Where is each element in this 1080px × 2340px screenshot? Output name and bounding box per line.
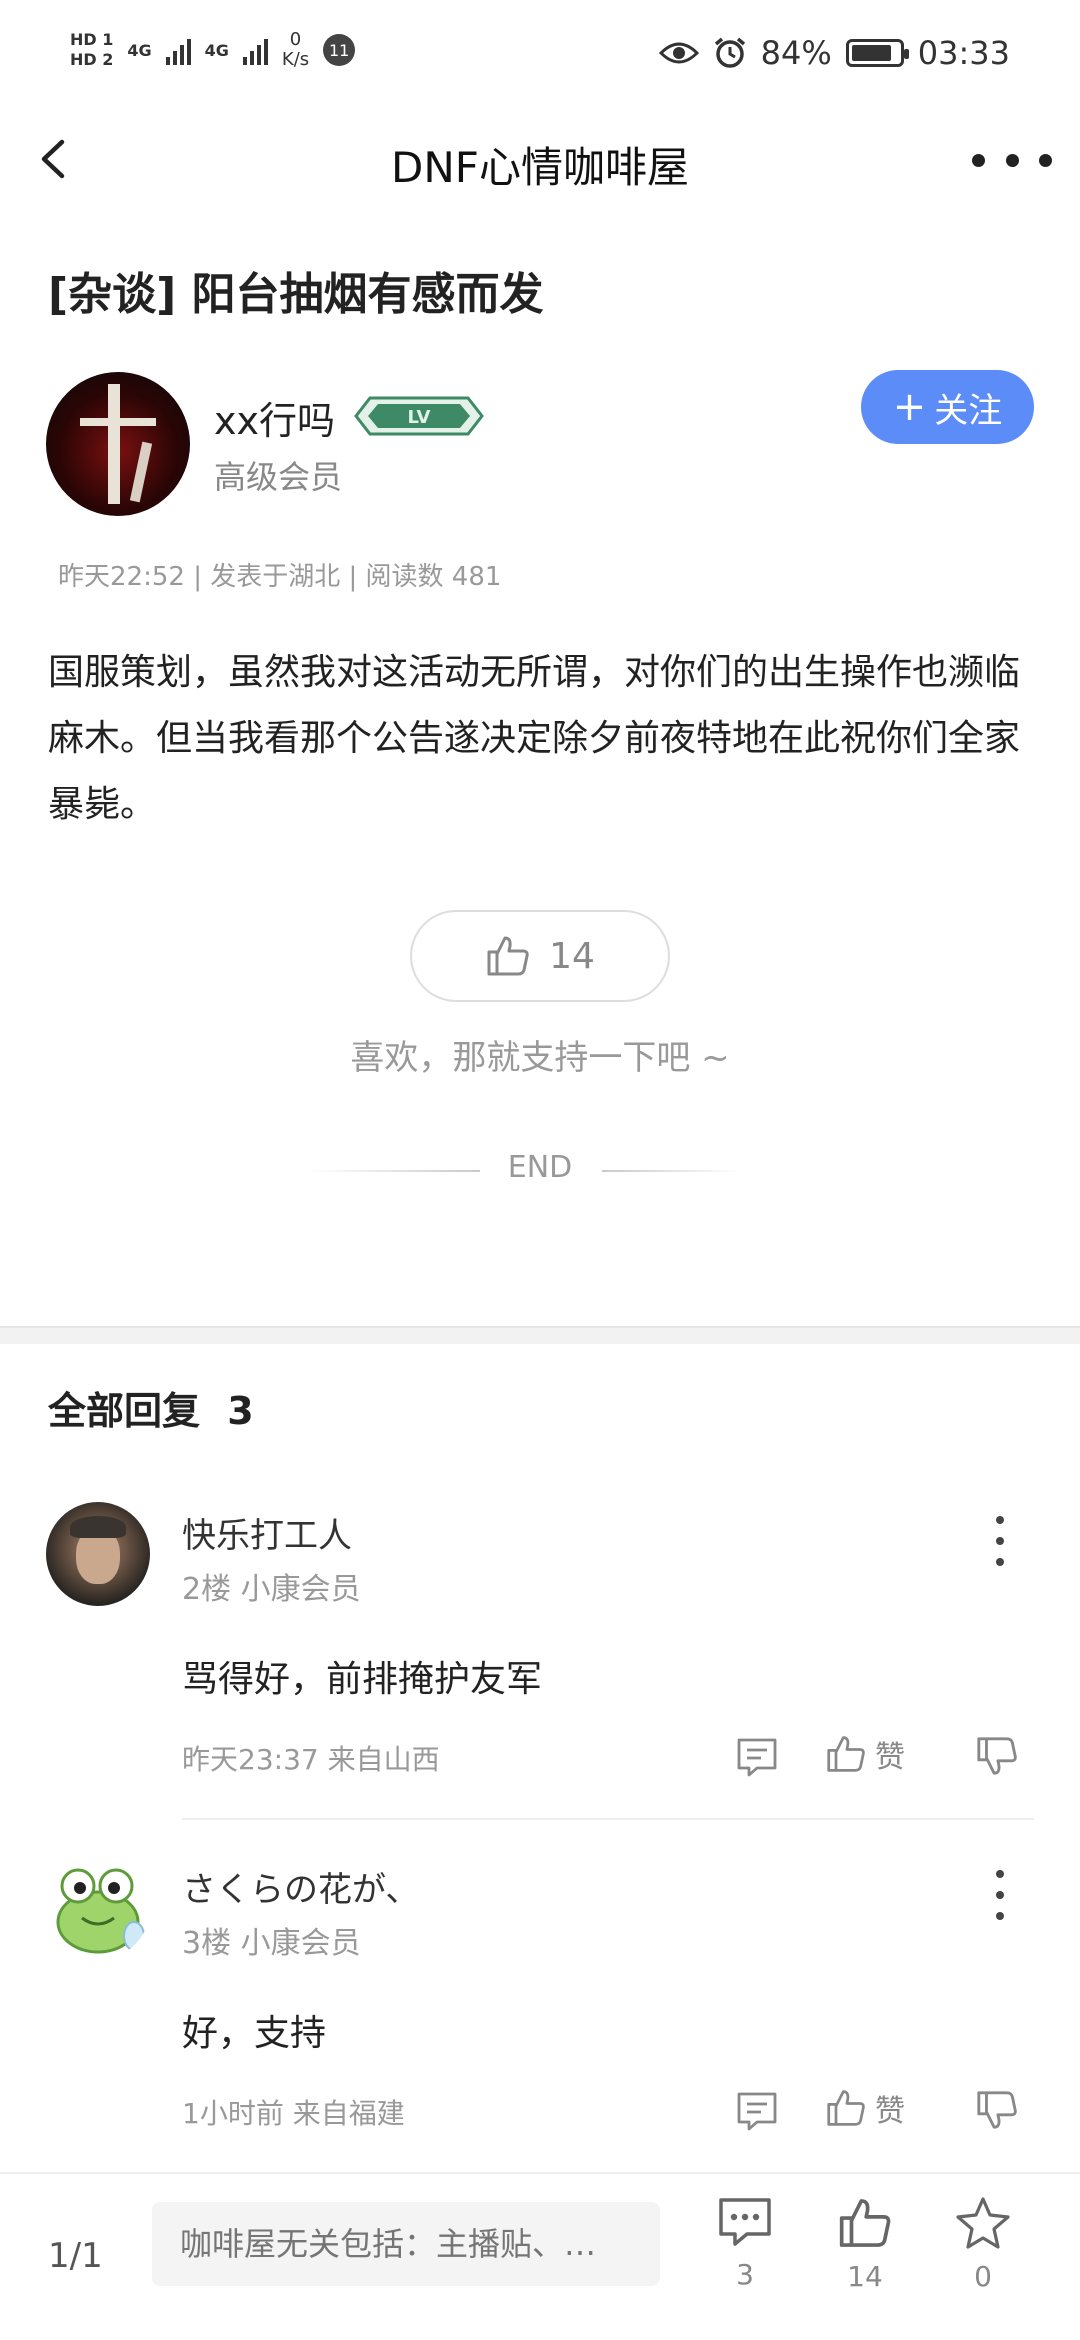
like-button[interactable]: 14 — [820, 2196, 910, 2316]
commenter-floor: 2楼 小康会员 — [182, 1572, 361, 1607]
comments-count: 3 — [736, 2258, 754, 2291]
eye-icon — [658, 42, 699, 64]
clock: 03:33 — [917, 34, 1010, 72]
battery-percent: 84% — [760, 34, 832, 72]
network-type-1: 4G — [127, 40, 152, 60]
reply-icon[interactable] — [735, 2090, 779, 2132]
end-label: END — [507, 1150, 573, 1185]
signal-icon-1 — [165, 35, 191, 65]
star-icon — [956, 2197, 1010, 2249]
favorite-count: 0 — [974, 2260, 992, 2293]
like-post-button[interactable]: 14 — [410, 910, 670, 1002]
comment-text: 骂得好，前排掩护友军 — [182, 1659, 543, 1700]
commenter-floor: 3楼 小康会员 — [182, 1926, 361, 1961]
comment-like-button[interactable]: 赞 — [825, 2086, 905, 2130]
frog-avatar-icon — [56, 1868, 145, 1954]
battery-icon — [845, 39, 909, 67]
comment-item: 快乐打工人 2楼 小康会员 骂得好，前排掩护友军 昨天23:37 来自山西 赞 — [0, 1500, 1080, 1830]
comment-time: 昨天23:37 来自山西 — [182, 1743, 440, 1776]
sim2-label: HD 2 — [70, 50, 114, 69]
nav-bar: DNF心情咖啡屋 — [0, 120, 1080, 200]
like-count-bottom: 14 — [847, 2260, 883, 2293]
page-indicator[interactable]: 1/1 — [48, 2236, 103, 2276]
post-title: [杂谈] 阳台抽烟有感而发 — [48, 269, 544, 320]
comment-input[interactable] — [152, 2202, 660, 2286]
thumbs-up-icon — [827, 2090, 865, 2126]
alarm-icon — [714, 37, 745, 68]
comment-actions: 赞 — [735, 2086, 1035, 2136]
thumbs-up-icon — [839, 2199, 891, 2247]
follow-button[interactable]: + 关注 — [861, 370, 1034, 444]
thumbs-down-icon[interactable] — [975, 2088, 1019, 2132]
more-vertical-icon[interactable] — [990, 1870, 1010, 1920]
author-name[interactable]: xx行吗 — [214, 390, 335, 445]
comment-like-button[interactable]: 赞 — [825, 1732, 905, 1776]
more-vertical-icon[interactable] — [990, 1516, 1010, 1566]
replies-count: 3 — [227, 1389, 254, 1433]
sim-indicators: HD 1 HD 2 — [70, 30, 113, 70]
signal-icon-2 — [242, 35, 268, 65]
follow-label: 关注 — [934, 390, 1003, 431]
comment-actions: 赞 — [735, 1732, 1035, 1782]
commenter-avatar[interactable] — [46, 1502, 150, 1606]
comment-like-label: 赞 — [875, 1740, 905, 1775]
thumbs-down-icon[interactable] — [975, 1734, 1019, 1778]
page-title: DNF心情咖啡屋 — [391, 143, 689, 192]
thumbs-up-icon — [487, 936, 529, 976]
replies-title: 全部回复 — [48, 1389, 201, 1433]
post-body: 国服策划，虽然我对这活动无所谓，对你们的出生操作也濒临麻木。但当我看那个公告遂决… — [48, 652, 1021, 825]
replies-header: 全部回复 3 — [48, 1380, 254, 1435]
post-meta: 昨天22:52 | 发表于湖北 | 阅读数 481 — [58, 562, 502, 592]
speed-unit: K/s — [281, 49, 310, 70]
end-divider-right — [602, 1170, 742, 1172]
comments-button[interactable]: 3 — [700, 2196, 790, 2316]
comment-divider — [182, 1818, 1034, 1820]
favorite-button[interactable]: 0 — [938, 2196, 1028, 2316]
commenter-name[interactable]: さくらの花が、 — [182, 1862, 419, 1911]
reply-icon[interactable] — [735, 1736, 779, 1778]
battery-fill — [851, 45, 891, 61]
network-type-2: 4G — [204, 40, 229, 60]
level-badge-text: LV — [408, 407, 431, 428]
comment-icon — [719, 2198, 771, 2246]
comment-time: 1小时前 来自福建 — [182, 2097, 405, 2130]
notification-badge: 11 — [323, 34, 356, 66]
like-hint: 喜欢，那就支持一下吧 ~ — [350, 1038, 730, 1078]
author-avatar[interactable] — [46, 372, 190, 516]
status-left: HD 1 HD 2 4G 4G 0 K/s 11 — [70, 30, 356, 70]
comment-item: さくらの花が、 3楼 小康会员 好，支持 1小时前 来自福建 赞 — [0, 1856, 1080, 2156]
author-role: 高级会员 — [214, 458, 343, 496]
section-divider — [0, 1326, 1080, 1344]
plus-icon: + — [892, 384, 927, 430]
bottom-bar: 1/1 3 14 0 — [0, 2172, 1080, 2340]
network-speed: 0 K/s — [282, 30, 309, 70]
commenter-name[interactable]: 快乐打工人 — [182, 1508, 352, 1557]
sim1-label: HD 1 — [70, 30, 114, 49]
comment-text: 好，支持 — [182, 2013, 327, 2054]
more-horizontal-icon[interactable] — [972, 142, 1052, 178]
like-count: 14 — [549, 935, 595, 977]
status-right: 84% 03:33 — [658, 34, 1010, 72]
status-bar: HD 1 HD 2 4G 4G 0 K/s 11 84% 03:33 — [0, 0, 1080, 120]
commenter-avatar[interactable] — [46, 1856, 150, 1960]
level-badge-icon: LV — [354, 396, 484, 436]
speed-value: 0 — [289, 29, 302, 50]
thumbs-up-icon — [827, 1736, 865, 1772]
comment-like-label: 赞 — [875, 2094, 905, 2129]
